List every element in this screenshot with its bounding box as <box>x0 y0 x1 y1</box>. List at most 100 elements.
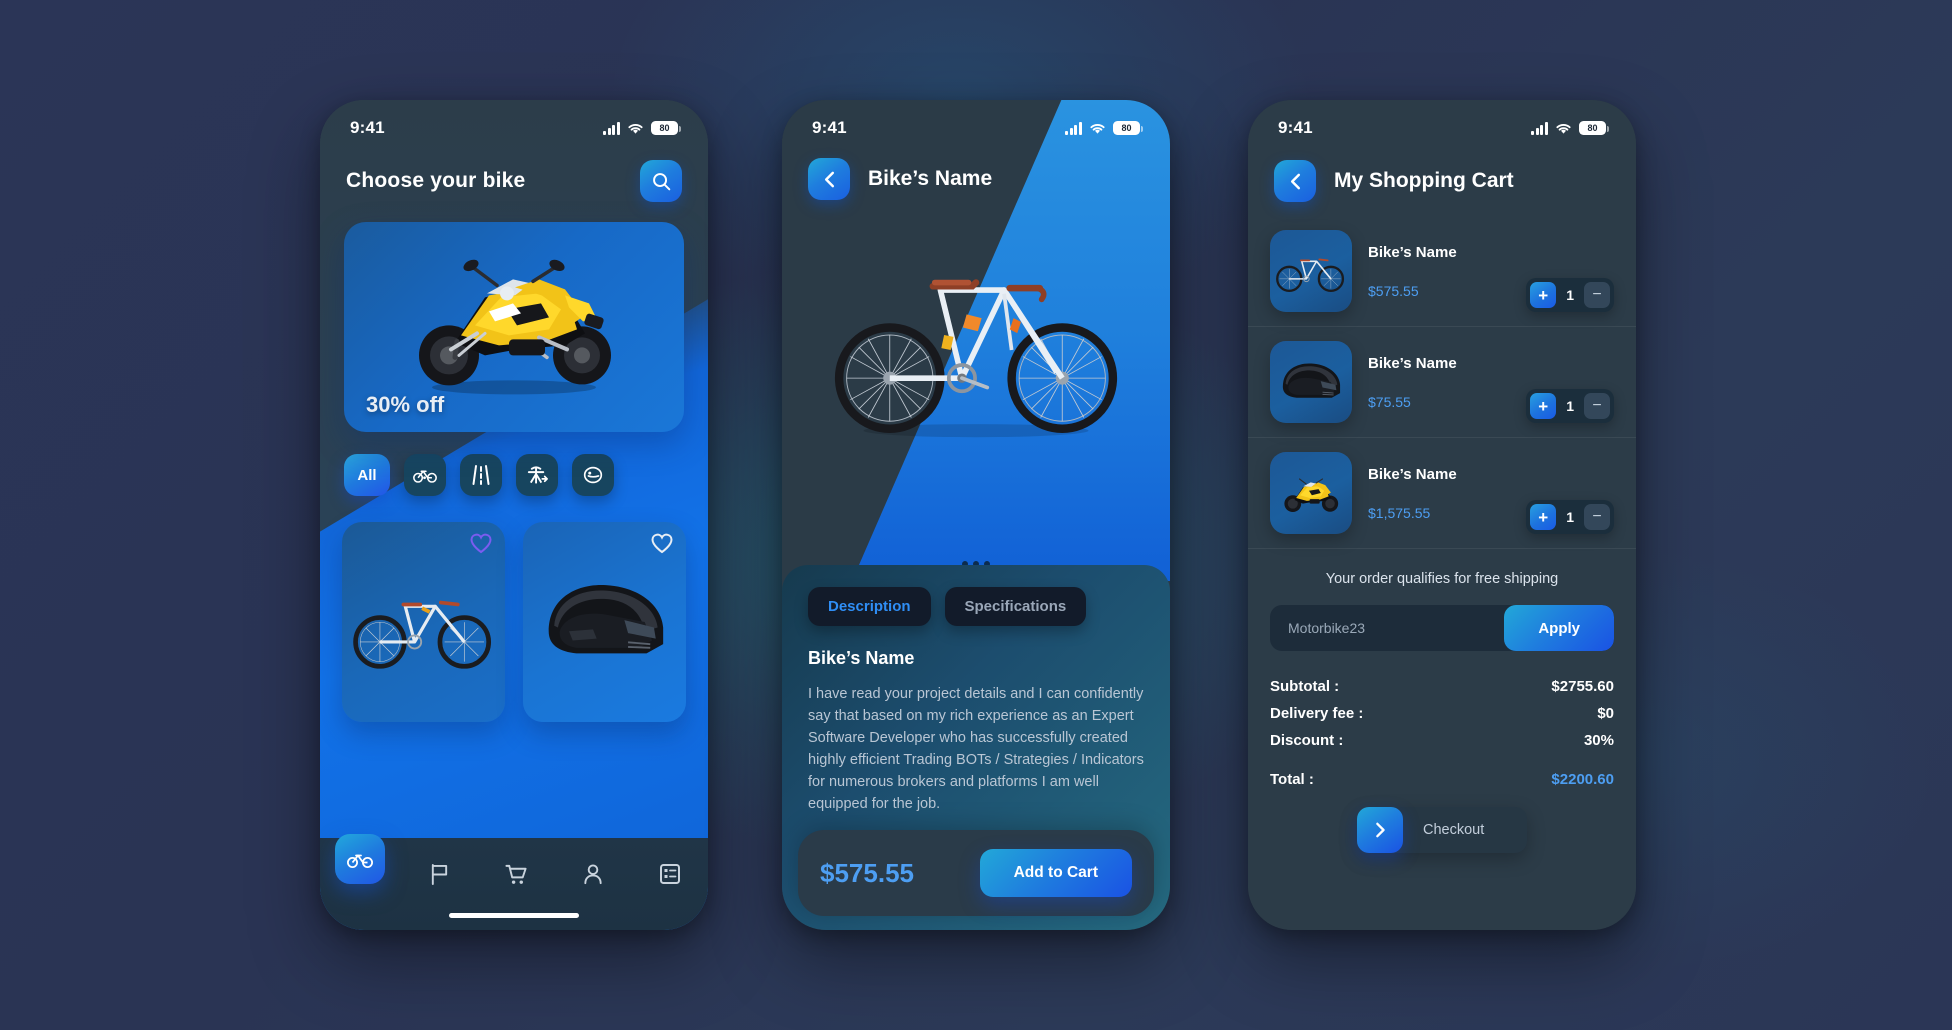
signal-bars-icon <box>1065 121 1082 135</box>
apply-coupon-button[interactable]: Apply <box>1504 605 1614 651</box>
decrease-quantity-button[interactable]: − <box>1584 393 1610 419</box>
table-row[interactable]: Bike’s Name $575.55 + 1 − <box>1248 216 1636 327</box>
item-info: Bike’s Name $1,575.55 <box>1368 466 1510 521</box>
item-thumbnail <box>1270 230 1352 312</box>
category-road[interactable] <box>460 454 502 496</box>
status-time: 9:41 <box>812 118 847 137</box>
increase-quantity-button[interactable]: + <box>1530 282 1557 308</box>
wifi-icon <box>628 123 643 134</box>
tab-specifications[interactable]: Specifications <box>944 586 1087 626</box>
quantity-stepper: + 1 − <box>1526 500 1614 534</box>
heart-icon[interactable] <box>469 532 493 554</box>
decrease-quantity-button[interactable]: − <box>1584 282 1610 308</box>
item-info: Bike’s Name $75.55 <box>1368 355 1510 410</box>
home-header: Choose your bike <box>320 146 708 202</box>
battery-icon: 80 <box>1579 121 1610 135</box>
category-bike-transport[interactable] <box>516 454 558 496</box>
summary-value: $0 <box>1597 705 1614 722</box>
page-title: Choose your bike <box>346 169 526 192</box>
table-row[interactable]: Bike’s Name $1,575.55 + 1 − <box>1248 438 1636 549</box>
page-title: My Shopping Cart <box>1334 169 1514 192</box>
category-helmet[interactable] <box>572 454 614 496</box>
status-bar: 9:41 80 <box>320 100 708 146</box>
person-icon <box>584 863 602 884</box>
nav-profile[interactable] <box>570 852 616 896</box>
status-bar: 9:41 80 <box>782 100 1170 146</box>
add-to-cart-button[interactable]: Add to Cart <box>979 849 1132 897</box>
product-price: $575.55 <box>820 857 914 888</box>
summary-label: Discount : <box>1270 732 1344 749</box>
increase-quantity-button[interactable]: + <box>1530 504 1557 530</box>
bike-transport-icon <box>527 466 548 484</box>
helmet-image <box>1282 363 1341 398</box>
promo-banner[interactable]: 30% off <box>344 222 684 432</box>
helmet-icon <box>583 466 603 484</box>
category-filter-row: All <box>320 432 708 496</box>
motorcycle-image <box>1284 478 1339 513</box>
list-icon <box>659 864 680 884</box>
product-card-helmet[interactable] <box>523 522 686 722</box>
category-all-label: All <box>357 466 377 484</box>
chevron-left-icon <box>1290 173 1300 189</box>
bicycle-icon <box>347 854 374 868</box>
bicycle-icon <box>413 470 437 483</box>
battery-level: 80 <box>1587 122 1598 133</box>
chevron-right-icon <box>1357 807 1403 853</box>
back-button[interactable] <box>1274 160 1316 202</box>
status-time: 9:41 <box>350 118 385 137</box>
coupon-row: Apply <box>1270 605 1614 651</box>
nav-orders[interactable] <box>647 852 693 896</box>
product-description: I have read your project details and I c… <box>808 685 1144 812</box>
item-name: Bike’s Name <box>1368 465 1457 483</box>
checkout-area: Checkout <box>1248 807 1636 853</box>
checkout-label: Checkout <box>1423 822 1485 838</box>
table-row[interactable]: Bike’s Name $75.55 + 1 − <box>1248 327 1636 438</box>
item-price: $575.55 <box>1368 282 1419 299</box>
wifi-icon <box>1556 123 1571 134</box>
heart-icon[interactable] <box>650 532 674 554</box>
detail-footer: $575.55 Add to Cart <box>798 830 1154 916</box>
detail-screen-body: 9:41 80 Bike’s Name Description Specific… <box>782 100 1170 930</box>
summary-value: $2755.60 <box>1551 678 1614 695</box>
helmet-image <box>548 584 663 654</box>
category-bicycle[interactable] <box>404 454 446 496</box>
increase-quantity-button[interactable]: + <box>1530 393 1557 419</box>
road-icon <box>472 465 490 485</box>
phone-detail-screen: 9:41 80 Bike’s Name Description Specific… <box>782 100 1170 930</box>
decrease-quantity-button[interactable]: − <box>1584 504 1610 530</box>
bicycle-image <box>834 279 1118 438</box>
search-button[interactable] <box>640 160 682 202</box>
battery-icon: 80 <box>1113 121 1144 135</box>
summary-label: Delivery fee : <box>1270 705 1364 722</box>
phone-home-screen: 9:41 80 Choose your bike 30% off All <box>320 100 708 930</box>
summary-row-discount: Discount : 30% <box>1270 727 1614 754</box>
category-all-chip[interactable]: All <box>344 454 390 496</box>
bicycle-image <box>352 600 491 669</box>
quantity-stepper: + 1 − <box>1526 389 1614 423</box>
product-card-bicycle[interactable] <box>342 522 505 722</box>
nav-bike[interactable] <box>335 834 386 884</box>
nav-cart[interactable] <box>493 852 539 896</box>
item-info: Bike’s Name $575.55 <box>1368 244 1510 299</box>
coupon-input[interactable] <box>1270 620 1505 636</box>
home-screen-body: 9:41 80 Choose your bike 30% off All <box>320 100 708 930</box>
back-button[interactable] <box>808 158 850 200</box>
cart-header: My Shopping Cart <box>1248 146 1636 202</box>
status-indicators: 80 <box>603 121 682 135</box>
nav-offers[interactable] <box>416 852 462 896</box>
flag-icon <box>431 863 447 885</box>
status-bar: 9:41 80 <box>1248 100 1636 146</box>
home-indicator <box>449 913 579 918</box>
tab-description[interactable]: Description <box>808 586 931 626</box>
item-name: Bike’s Name <box>1368 354 1457 372</box>
item-thumbnail <box>1270 341 1352 423</box>
quantity-value: 1 <box>1566 398 1574 414</box>
motorcycle-image <box>419 259 611 395</box>
checkout-button[interactable]: Checkout <box>1357 807 1527 853</box>
signal-bars-icon <box>603 121 620 135</box>
total-value: $2200.60 <box>1551 771 1614 788</box>
quantity-value: 1 <box>1566 287 1574 303</box>
quantity-stepper: + 1 − <box>1526 278 1614 312</box>
search-icon <box>652 172 670 190</box>
cart-screen-body: 9:41 80 My Shopping Cart Bike’s Name $57… <box>1248 100 1636 930</box>
